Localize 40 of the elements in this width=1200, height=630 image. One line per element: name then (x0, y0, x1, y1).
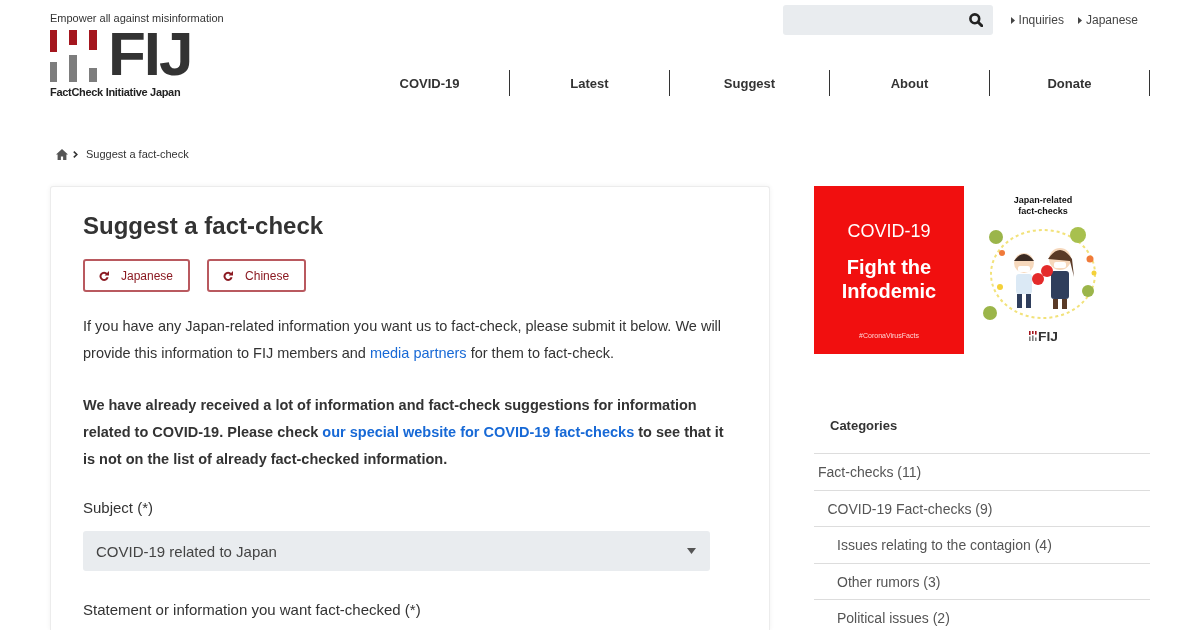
intro-text: If you have any Japan-related information you want us to fact-check, please submit it below. We will provide this information to FIJ members and media partners for them to fact-check. (83, 317, 723, 363)
top-link[interactable]: Japanese (1077, 12, 1138, 28)
text-link[interactable]: our special website for COVID-19 fact-checks (322, 424, 635, 440)
text-link[interactable]: media partners (369, 345, 467, 361)
category-link[interactable]: Political issues (2) (837, 609, 950, 627)
tagline: Empower all against misinformation (50, 12, 224, 25)
search-icon (968, 13, 983, 27)
caret-icon (1077, 16, 1082, 24)
nav-link[interactable]: About (830, 70, 990, 96)
category-link[interactable]: COVID-19 Fact-checks (9) (827, 499, 993, 518)
category-link[interactable]: Other rumors (3) (837, 572, 941, 591)
category-link[interactable]: Issues relating to the contagion (4) (837, 536, 1052, 554)
banner-title: Fight the Infodemic (840, 255, 938, 303)
refresh-icon (99, 270, 109, 281)
home-icon (56, 148, 68, 160)
page-title: Suggest a fact-check (83, 211, 324, 241)
home-link[interactable] (56, 148, 68, 160)
nav-link[interactable]: Latest (510, 70, 670, 96)
language-button[interactable]: Japanese (83, 259, 191, 292)
refresh-icon (223, 270, 234, 281)
field-label: Subject (*) (83, 499, 154, 517)
caret-icon (687, 548, 696, 554)
category-link[interactable]: Fact-checks (11) (818, 463, 922, 481)
nav-link[interactable]: Donate (990, 70, 1150, 96)
sidebar-heading: Categories (830, 417, 898, 435)
notice-text: We have already received a lot of information and fact-check suggestions for information related to COVID-19. Please check our special website for COVID-19 fact-checks to see that it is not on the list of already fact-checked information. (83, 396, 725, 469)
chevron-icon (73, 150, 78, 158)
subject-dropdown[interactable]: COVID-19 related to Japan (83, 531, 710, 571)
banner-heading: COVID-19 (847, 221, 931, 241)
breadcrumb-current: Suggest a fact-check (86, 147, 189, 161)
nav-link[interactable]: Suggest (670, 70, 830, 96)
field-label: Statement or information you want fact-checked (*) (83, 601, 421, 619)
nav-link[interactable]: COVID-19 (350, 70, 510, 96)
caret-icon (1010, 16, 1015, 24)
site-logo[interactable]: FIJ FactCheck Initiative Japan (50, 30, 192, 99)
banner-title: Japan-related fact-checks (1012, 195, 1074, 217)
language-button[interactable]: Chinese (207, 259, 307, 292)
top-link[interactable]: Inquiries (1010, 12, 1064, 28)
search-button[interactable] (958, 5, 993, 35)
banner-logo: FIJ (1028, 331, 1058, 341)
